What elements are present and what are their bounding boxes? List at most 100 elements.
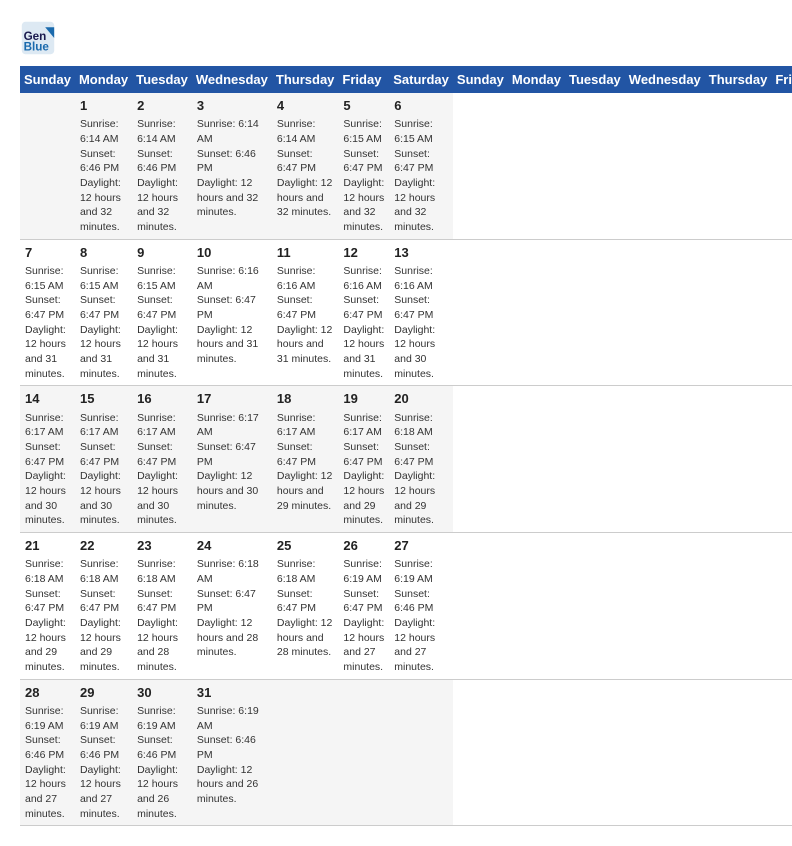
calendar-cell: 6 Sunrise: 6:15 AMSunset: 6:47 PMDaylight… bbox=[389, 93, 453, 239]
calendar-cell: 5Sunrise: 6:15 AMSunset: 6:47 PMDaylight… bbox=[338, 93, 389, 239]
page-header: Gen Blue bbox=[20, 20, 772, 56]
calendar-cell: 30 Sunrise: 6:19 AMSunset: 6:46 PMDayligh… bbox=[132, 679, 192, 826]
day-header-thursday: Thursday bbox=[272, 66, 339, 93]
calendar-cell: 11 Sunrise: 6:16 AMSunset: 6:47 PMDayligh… bbox=[272, 239, 339, 386]
calendar-week-row: 21Sunrise: 6:18 AMSunset: 6:47 PMDayligh… bbox=[20, 533, 792, 680]
day-info: Sunrise: 6:14 AMSunset: 6:47 PMDaylight:… bbox=[277, 117, 334, 220]
day-header-tuesday: Tuesday bbox=[132, 66, 192, 93]
day-header-wednesday: Wednesday bbox=[192, 66, 272, 93]
calendar-table: SundayMondayTuesdayWednesdayThursdayFrid… bbox=[20, 66, 792, 826]
day-number: 6 bbox=[394, 97, 448, 115]
day-info: Sunrise: 6:15 AMSunset: 6:47 PMDaylight:… bbox=[80, 264, 127, 382]
day-number: 20 bbox=[394, 390, 448, 408]
day-number: 23 bbox=[137, 537, 187, 555]
calendar-cell: 25 Sunrise: 6:18 AMSunset: 6:47 PMDayligh… bbox=[272, 533, 339, 680]
day-info: Sunrise: 6:14 AMSunset: 6:46 PMDaylight:… bbox=[80, 117, 127, 235]
day-header-sunday: Sunday bbox=[453, 66, 508, 93]
day-info: Sunrise: 6:18 AMSunset: 6:47 PMDaylight:… bbox=[197, 557, 267, 660]
day-info: Sunrise: 6:19 AMSunset: 6:46 PMDaylight:… bbox=[80, 704, 127, 822]
calendar-week-row: 1 Sunrise: 6:14 AMSunset: 6:46 PMDaylight… bbox=[20, 93, 792, 239]
calendar-week-row: 28 Sunrise: 6:19 AMSunset: 6:46 PMDayligh… bbox=[20, 679, 792, 826]
calendar-cell bbox=[20, 93, 75, 239]
day-header-friday: Friday bbox=[771, 66, 792, 93]
day-header-monday: Monday bbox=[75, 66, 132, 93]
day-number: 18 bbox=[277, 390, 334, 408]
calendar-cell: 18Sunrise: 6:17 AMSunset: 6:47 PMDayligh… bbox=[272, 386, 339, 533]
calendar-cell: 26Sunrise: 6:19 AMSunset: 6:47 PMDayligh… bbox=[338, 533, 389, 680]
day-info: Sunrise: 6:18 AMSunset: 6:47 PMDaylight:… bbox=[25, 557, 70, 675]
day-header-saturday: Saturday bbox=[389, 66, 453, 93]
day-info: Sunrise: 6:18 AMSunset: 6:47 PMDaylight:… bbox=[394, 411, 448, 529]
day-number: 13 bbox=[394, 244, 448, 262]
day-info: Sunrise: 6:17 AMSunset: 6:47 PMDaylight:… bbox=[137, 411, 187, 529]
day-info: Sunrise: 6:18 AMSunset: 6:47 PMDaylight:… bbox=[80, 557, 127, 675]
logo-icon: Gen Blue bbox=[20, 20, 56, 56]
day-info: Sunrise: 6:18 AMSunset: 6:47 PMDaylight:… bbox=[277, 557, 334, 660]
calendar-header-row: SundayMondayTuesdayWednesdayThursdayFrid… bbox=[20, 66, 792, 93]
calendar-cell: 14 Sunrise: 6:17 AMSunset: 6:47 PMDayligh… bbox=[20, 386, 75, 533]
day-info: Sunrise: 6:17 AMSunset: 6:47 PMDaylight:… bbox=[25, 411, 70, 529]
day-info: Sunrise: 6:16 AMSunset: 6:47 PMDaylight:… bbox=[277, 264, 334, 367]
day-number: 27 bbox=[394, 537, 448, 555]
day-number: 12 bbox=[343, 244, 384, 262]
day-info: Sunrise: 6:16 AMSunset: 6:47 PMDaylight:… bbox=[343, 264, 384, 382]
day-info: Sunrise: 6:15 AMSunset: 6:47 PMDaylight:… bbox=[137, 264, 187, 382]
day-number: 2 bbox=[137, 97, 187, 115]
day-number: 22 bbox=[80, 537, 127, 555]
day-info: Sunrise: 6:18 AMSunset: 6:47 PMDaylight:… bbox=[137, 557, 187, 675]
calendar-cell: 22 Sunrise: 6:18 AMSunset: 6:47 PMDayligh… bbox=[75, 533, 132, 680]
day-info: Sunrise: 6:19 AMSunset: 6:47 PMDaylight:… bbox=[343, 557, 384, 675]
day-info: Sunrise: 6:19 AMSunset: 6:46 PMDaylight:… bbox=[137, 704, 187, 822]
calendar-cell: 10 Sunrise: 6:16 AMSunset: 6:47 PMDayligh… bbox=[192, 239, 272, 386]
calendar-cell: 19Sunrise: 6:17 AMSunset: 6:47 PMDayligh… bbox=[338, 386, 389, 533]
calendar-cell: 24 Sunrise: 6:18 AMSunset: 6:47 PMDayligh… bbox=[192, 533, 272, 680]
calendar-cell: 27 Sunrise: 6:19 AMSunset: 6:46 PMDayligh… bbox=[389, 533, 453, 680]
calendar-cell: 7Sunrise: 6:15 AMSunset: 6:47 PMDaylight… bbox=[20, 239, 75, 386]
day-number: 30 bbox=[137, 684, 187, 702]
day-number: 14 bbox=[25, 390, 70, 408]
day-header-friday: Friday bbox=[338, 66, 389, 93]
calendar-cell: 4 Sunrise: 6:14 AMSunset: 6:47 PMDaylight… bbox=[272, 93, 339, 239]
day-number: 31 bbox=[197, 684, 267, 702]
day-header-sunday: Sunday bbox=[20, 66, 75, 93]
day-info: Sunrise: 6:14 AMSunset: 6:46 PMDaylight:… bbox=[137, 117, 187, 235]
calendar-cell: 8 Sunrise: 6:15 AMSunset: 6:47 PMDaylight… bbox=[75, 239, 132, 386]
day-header-monday: Monday bbox=[508, 66, 565, 93]
calendar-cell: 31 Sunrise: 6:19 AMSunset: 6:46 PMDayligh… bbox=[192, 679, 272, 826]
day-info: Sunrise: 6:19 AMSunset: 6:46 PMDaylight:… bbox=[394, 557, 448, 675]
calendar-cell bbox=[272, 679, 339, 826]
day-header-tuesday: Tuesday bbox=[565, 66, 625, 93]
calendar-cell: 12 Sunrise: 6:16 AMSunset: 6:47 PMDayligh… bbox=[338, 239, 389, 386]
day-number: 10 bbox=[197, 244, 267, 262]
day-header-thursday: Thursday bbox=[705, 66, 772, 93]
day-number: 4 bbox=[277, 97, 334, 115]
calendar-week-row: 7Sunrise: 6:15 AMSunset: 6:47 PMDaylight… bbox=[20, 239, 792, 386]
svg-text:Blue: Blue bbox=[24, 41, 50, 54]
day-number: 1 bbox=[80, 97, 127, 115]
calendar-cell: 13 Sunrise: 6:16 AMSunset: 6:47 PMDayligh… bbox=[389, 239, 453, 386]
day-number: 19 bbox=[343, 390, 384, 408]
calendar-cell: 1 Sunrise: 6:14 AMSunset: 6:46 PMDaylight… bbox=[75, 93, 132, 239]
day-number: 5 bbox=[343, 97, 384, 115]
day-number: 24 bbox=[197, 537, 267, 555]
calendar-cell: 17Sunrise: 6:17 AMSunset: 6:47 PMDayligh… bbox=[192, 386, 272, 533]
calendar-cell: 3Sunrise: 6:14 AMSunset: 6:46 PMDaylight… bbox=[192, 93, 272, 239]
calendar-cell: 15Sunrise: 6:17 AMSunset: 6:47 PMDayligh… bbox=[75, 386, 132, 533]
calendar-cell: 9Sunrise: 6:15 AMSunset: 6:47 PMDaylight… bbox=[132, 239, 192, 386]
day-number: 11 bbox=[277, 244, 334, 262]
calendar-cell: 16 Sunrise: 6:17 AMSunset: 6:47 PMDayligh… bbox=[132, 386, 192, 533]
day-info: Sunrise: 6:16 AMSunset: 6:47 PMDaylight:… bbox=[394, 264, 448, 382]
calendar-cell: 29Sunrise: 6:19 AMSunset: 6:46 PMDayligh… bbox=[75, 679, 132, 826]
calendar-cell: 20 Sunrise: 6:18 AMSunset: 6:47 PMDayligh… bbox=[389, 386, 453, 533]
calendar-week-row: 14 Sunrise: 6:17 AMSunset: 6:47 PMDayligh… bbox=[20, 386, 792, 533]
day-number: 16 bbox=[137, 390, 187, 408]
day-number: 25 bbox=[277, 537, 334, 555]
day-info: Sunrise: 6:16 AMSunset: 6:47 PMDaylight:… bbox=[197, 264, 267, 367]
day-info: Sunrise: 6:15 AMSunset: 6:47 PMDaylight:… bbox=[394, 117, 448, 235]
day-number: 8 bbox=[80, 244, 127, 262]
day-number: 15 bbox=[80, 390, 127, 408]
day-number: 28 bbox=[25, 684, 70, 702]
day-info: Sunrise: 6:14 AMSunset: 6:46 PMDaylight:… bbox=[197, 117, 267, 220]
day-info: Sunrise: 6:15 AMSunset: 6:47 PMDaylight:… bbox=[25, 264, 70, 382]
day-info: Sunrise: 6:19 AMSunset: 6:46 PMDaylight:… bbox=[197, 704, 267, 807]
